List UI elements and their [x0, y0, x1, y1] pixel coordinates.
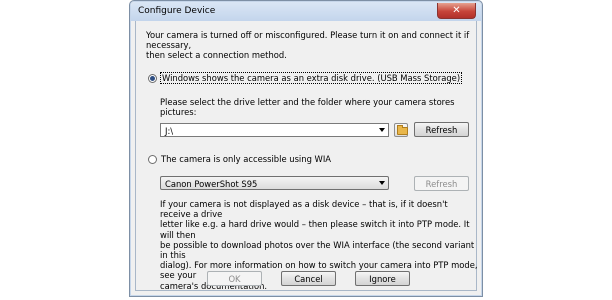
window-title: Configure Device	[138, 6, 216, 16]
close-button[interactable]: ✕	[437, 3, 476, 19]
radio-wia[interactable]: The camera is only accessible using WIA	[148, 154, 331, 164]
ok-button[interactable]: OK	[207, 271, 262, 286]
radio-button-selected[interactable]	[148, 73, 157, 83]
ok-label: OK	[228, 273, 241, 284]
ignore-label: Ignore	[369, 273, 396, 284]
intro-text: Your camera is turned off or misconfigur…	[146, 30, 470, 61]
refresh-wia-button[interactable]: Refresh	[414, 176, 469, 191]
close-icon: ✕	[452, 5, 461, 16]
camera-select[interactable]: Canon PowerShot S95	[160, 176, 389, 190]
title-bar[interactable]: Configure Device ✕	[131, 2, 481, 21]
radio-usb-mass-storage[interactable]: Windows shows the camera as an extra dis…	[148, 72, 463, 84]
cancel-button[interactable]: Cancel	[281, 271, 336, 286]
refresh-wia-label: Refresh	[425, 178, 458, 189]
camera-value: Canon PowerShot S95	[165, 179, 258, 189]
radio-button-unselected[interactable]	[148, 154, 157, 164]
wia-label[interactable]: The camera is only accessible using WIA	[161, 154, 331, 164]
drive-prompt: Please select the drive letter and the f…	[160, 97, 455, 118]
folder-icon	[397, 125, 408, 135]
chevron-down-icon	[379, 128, 385, 132]
dialog-body: Your camera is turned off or misconfigur…	[135, 21, 478, 291]
usb-mass-storage-label[interactable]: Windows shows the camera as an extra dis…	[159, 72, 463, 84]
configure-device-dialog: Configure Device ✕ Your camera is turned…	[129, 0, 483, 297]
browse-folder-button[interactable]	[394, 123, 408, 137]
refresh-drive-button[interactable]: Refresh	[414, 122, 469, 137]
ignore-button[interactable]: Ignore	[355, 271, 410, 286]
refresh-drive-label: Refresh	[425, 124, 458, 135]
chevron-down-icon	[379, 181, 385, 185]
drive-select[interactable]: J:\	[160, 123, 389, 137]
cancel-label: Cancel	[294, 273, 323, 284]
drive-value: J:\	[165, 126, 174, 136]
